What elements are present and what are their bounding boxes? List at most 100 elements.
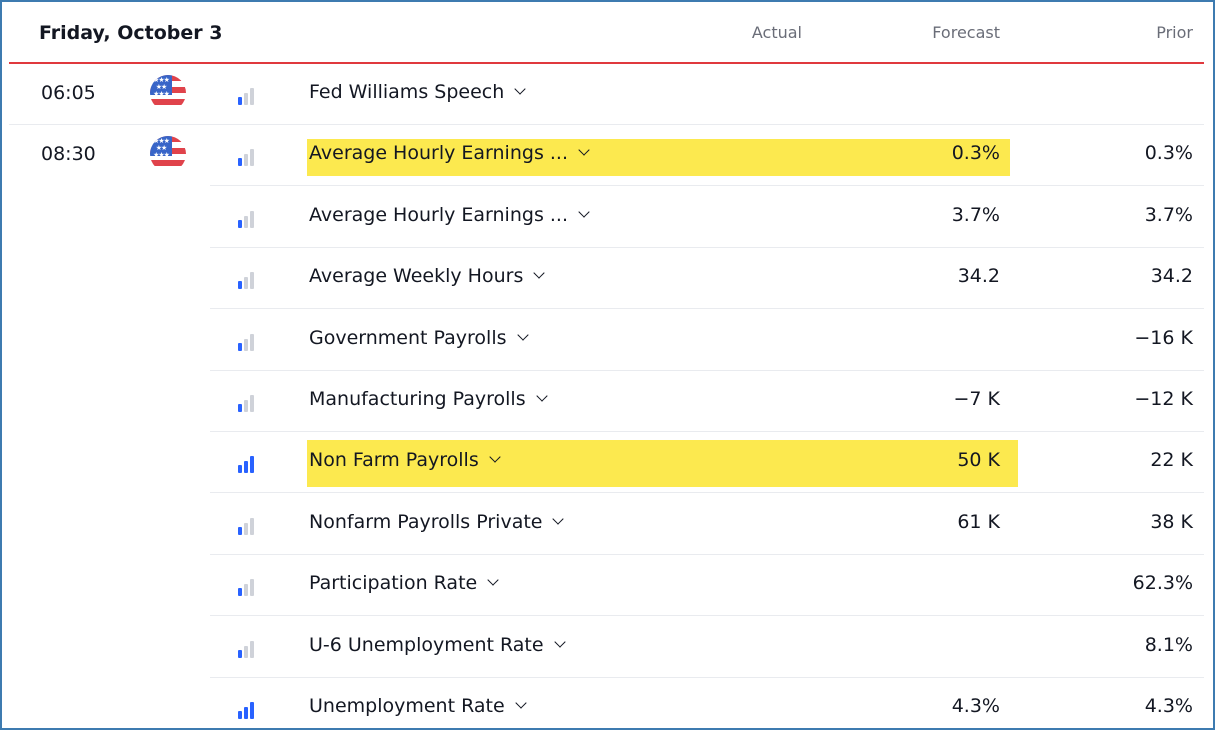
event-name-label: Average Weekly Hours — [309, 265, 524, 288]
event-name-label: Manufacturing Payrolls — [309, 388, 526, 410]
economic-calendar: Friday, October 3 Actual Forecast Prior … — [0, 0, 1215, 730]
prior-value: 4.3% — [1144, 695, 1193, 717]
chevron-down-icon[interactable] — [516, 328, 529, 341]
event-name-label: Fed Williams Speech — [309, 81, 505, 103]
importance-bar — [250, 88, 254, 105]
importance-icon — [238, 148, 256, 167]
event-row[interactable]: Unemployment Rate 4.3% 4.3% — [9, 678, 1204, 728]
importance-bar — [238, 526, 242, 535]
event-name[interactable]: Nonfarm Payrolls Private — [309, 510, 565, 533]
event-time: 06:05 — [41, 82, 96, 104]
chevron-down-icon[interactable] — [578, 206, 590, 218]
importance-bar — [244, 584, 248, 597]
importance-icon — [238, 87, 256, 105]
chevron-down-icon[interactable] — [578, 144, 590, 157]
flag-canton: ★★★ ★★ ★★★ — [150, 75, 172, 98]
event-name[interactable]: Average Hourly Earnings ... — [309, 142, 590, 164]
event-name[interactable]: Non Farm Payrolls — [309, 449, 501, 471]
importance-bar — [238, 342, 242, 351]
forecast-value: 34.2 — [957, 265, 1000, 288]
importance-bar — [238, 219, 242, 228]
event-name[interactable]: Manufacturing Payrolls — [309, 388, 548, 410]
importance-bar — [238, 649, 242, 658]
importance-bar — [244, 400, 248, 412]
prior-value: 3.7% — [1144, 203, 1193, 226]
importance-bar — [244, 707, 248, 719]
event-name[interactable]: U-6 Unemployment Rate — [309, 633, 566, 656]
importance-icon — [238, 517, 256, 535]
importance-bar — [250, 456, 254, 474]
prior-value: 0.3% — [1144, 142, 1193, 165]
event-name-label: Unemployment Rate — [309, 695, 505, 717]
event-row[interactable]: Non Farm Payrolls 50 K 22 K — [9, 432, 1204, 494]
event-row[interactable]: Nonfarm Payrolls Private 61 K 38 K — [9, 494, 1204, 555]
us-flag-icon: ★★★ ★★ ★★★ — [150, 75, 186, 111]
chevron-down-icon[interactable] — [514, 83, 526, 95]
importance-bar — [238, 465, 242, 474]
us-flag-icon: ★★★ ★★ ★★★ — [150, 136, 186, 173]
forecast-value: −7 K — [953, 388, 1000, 410]
event-name-label: Nonfarm Payrolls Private — [309, 510, 543, 533]
event-name-label: U-6 Unemployment Rate — [309, 633, 544, 656]
event-row[interactable]: Manufacturing Payrolls −7 K −12 K — [9, 371, 1204, 432]
chevron-down-icon[interactable] — [489, 451, 501, 464]
column-forecast[interactable]: Forecast — [932, 23, 1000, 42]
importance-bar — [238, 97, 242, 105]
flag-canton: ★★★ ★★ ★★★ — [150, 136, 172, 159]
event-time: 08:30 — [41, 143, 96, 166]
chevron-down-icon[interactable] — [553, 635, 566, 648]
chevron-down-icon[interactable] — [552, 513, 565, 525]
importance-icon — [238, 271, 256, 290]
chevron-down-icon[interactable] — [514, 697, 527, 709]
event-name[interactable]: Fed Williams Speech — [309, 81, 526, 103]
importance-icon — [238, 640, 256, 658]
importance-bar — [250, 210, 254, 228]
event-name[interactable]: Government Payrolls — [309, 326, 529, 349]
importance-bar — [250, 579, 254, 597]
importance-icon — [238, 210, 256, 228]
event-name[interactable]: Participation Rate — [309, 572, 499, 594]
prior-value: −16 K — [1134, 326, 1193, 349]
prior-value: 38 K — [1150, 510, 1193, 533]
chevron-down-icon[interactable] — [533, 267, 546, 279]
importance-bar — [244, 338, 248, 351]
column-prior[interactable]: Prior — [1156, 23, 1193, 42]
importance-bar — [238, 281, 242, 290]
forecast-value: 50 K — [957, 449, 1000, 472]
event-row[interactable]: Government Payrolls −16 K — [9, 310, 1204, 371]
event-row[interactable]: 08:30 ★★★ ★★ ★★★ Average Hourly Earnings .… — [9, 125, 1204, 187]
event-row[interactable]: U-6 Unemployment Rate 8.1% — [9, 617, 1204, 678]
importance-bar — [244, 154, 248, 167]
importance-bar — [244, 461, 248, 474]
event-row[interactable]: Average Weekly Hours 34.2 34.2 — [9, 248, 1204, 310]
importance-icon — [238, 333, 256, 351]
forecast-value: 0.3% — [951, 142, 1000, 165]
importance-icon — [238, 455, 256, 474]
importance-bar — [244, 522, 248, 535]
chevron-down-icon[interactable] — [487, 574, 499, 586]
forecast-value: 4.3% — [951, 695, 1000, 717]
column-actual[interactable]: Actual — [752, 23, 802, 42]
event-name[interactable]: Average Hourly Earnings ... — [309, 203, 590, 226]
importance-icon — [238, 394, 256, 412]
event-name-label: Average Hourly Earnings ... — [309, 203, 568, 226]
event-row[interactable]: Participation Rate 62.3% — [9, 555, 1204, 617]
event-name[interactable]: Unemployment Rate — [309, 695, 527, 717]
importance-bar — [244, 277, 248, 290]
importance-bar — [250, 149, 254, 167]
prior-value: 62.3% — [1132, 572, 1193, 595]
importance-bar — [250, 272, 254, 290]
importance-bar — [238, 588, 242, 597]
event-row[interactable]: 06:05 ★★★ ★★ ★★★ Fed Williams Speech — [9, 64, 1204, 125]
event-row[interactable]: Average Hourly Earnings ... 3.7% 3.7% — [9, 187, 1204, 248]
prior-value: 22 K — [1150, 449, 1193, 472]
importance-bar — [244, 215, 248, 228]
importance-bar — [238, 404, 242, 412]
day-heading: Friday, October 3 — [39, 22, 223, 44]
event-name[interactable]: Average Weekly Hours — [309, 265, 546, 288]
event-name-label: Government Payrolls — [309, 326, 507, 349]
importance-bar — [250, 640, 254, 658]
importance-bar — [238, 158, 242, 167]
importance-bar — [250, 517, 254, 535]
chevron-down-icon[interactable] — [535, 390, 548, 402]
